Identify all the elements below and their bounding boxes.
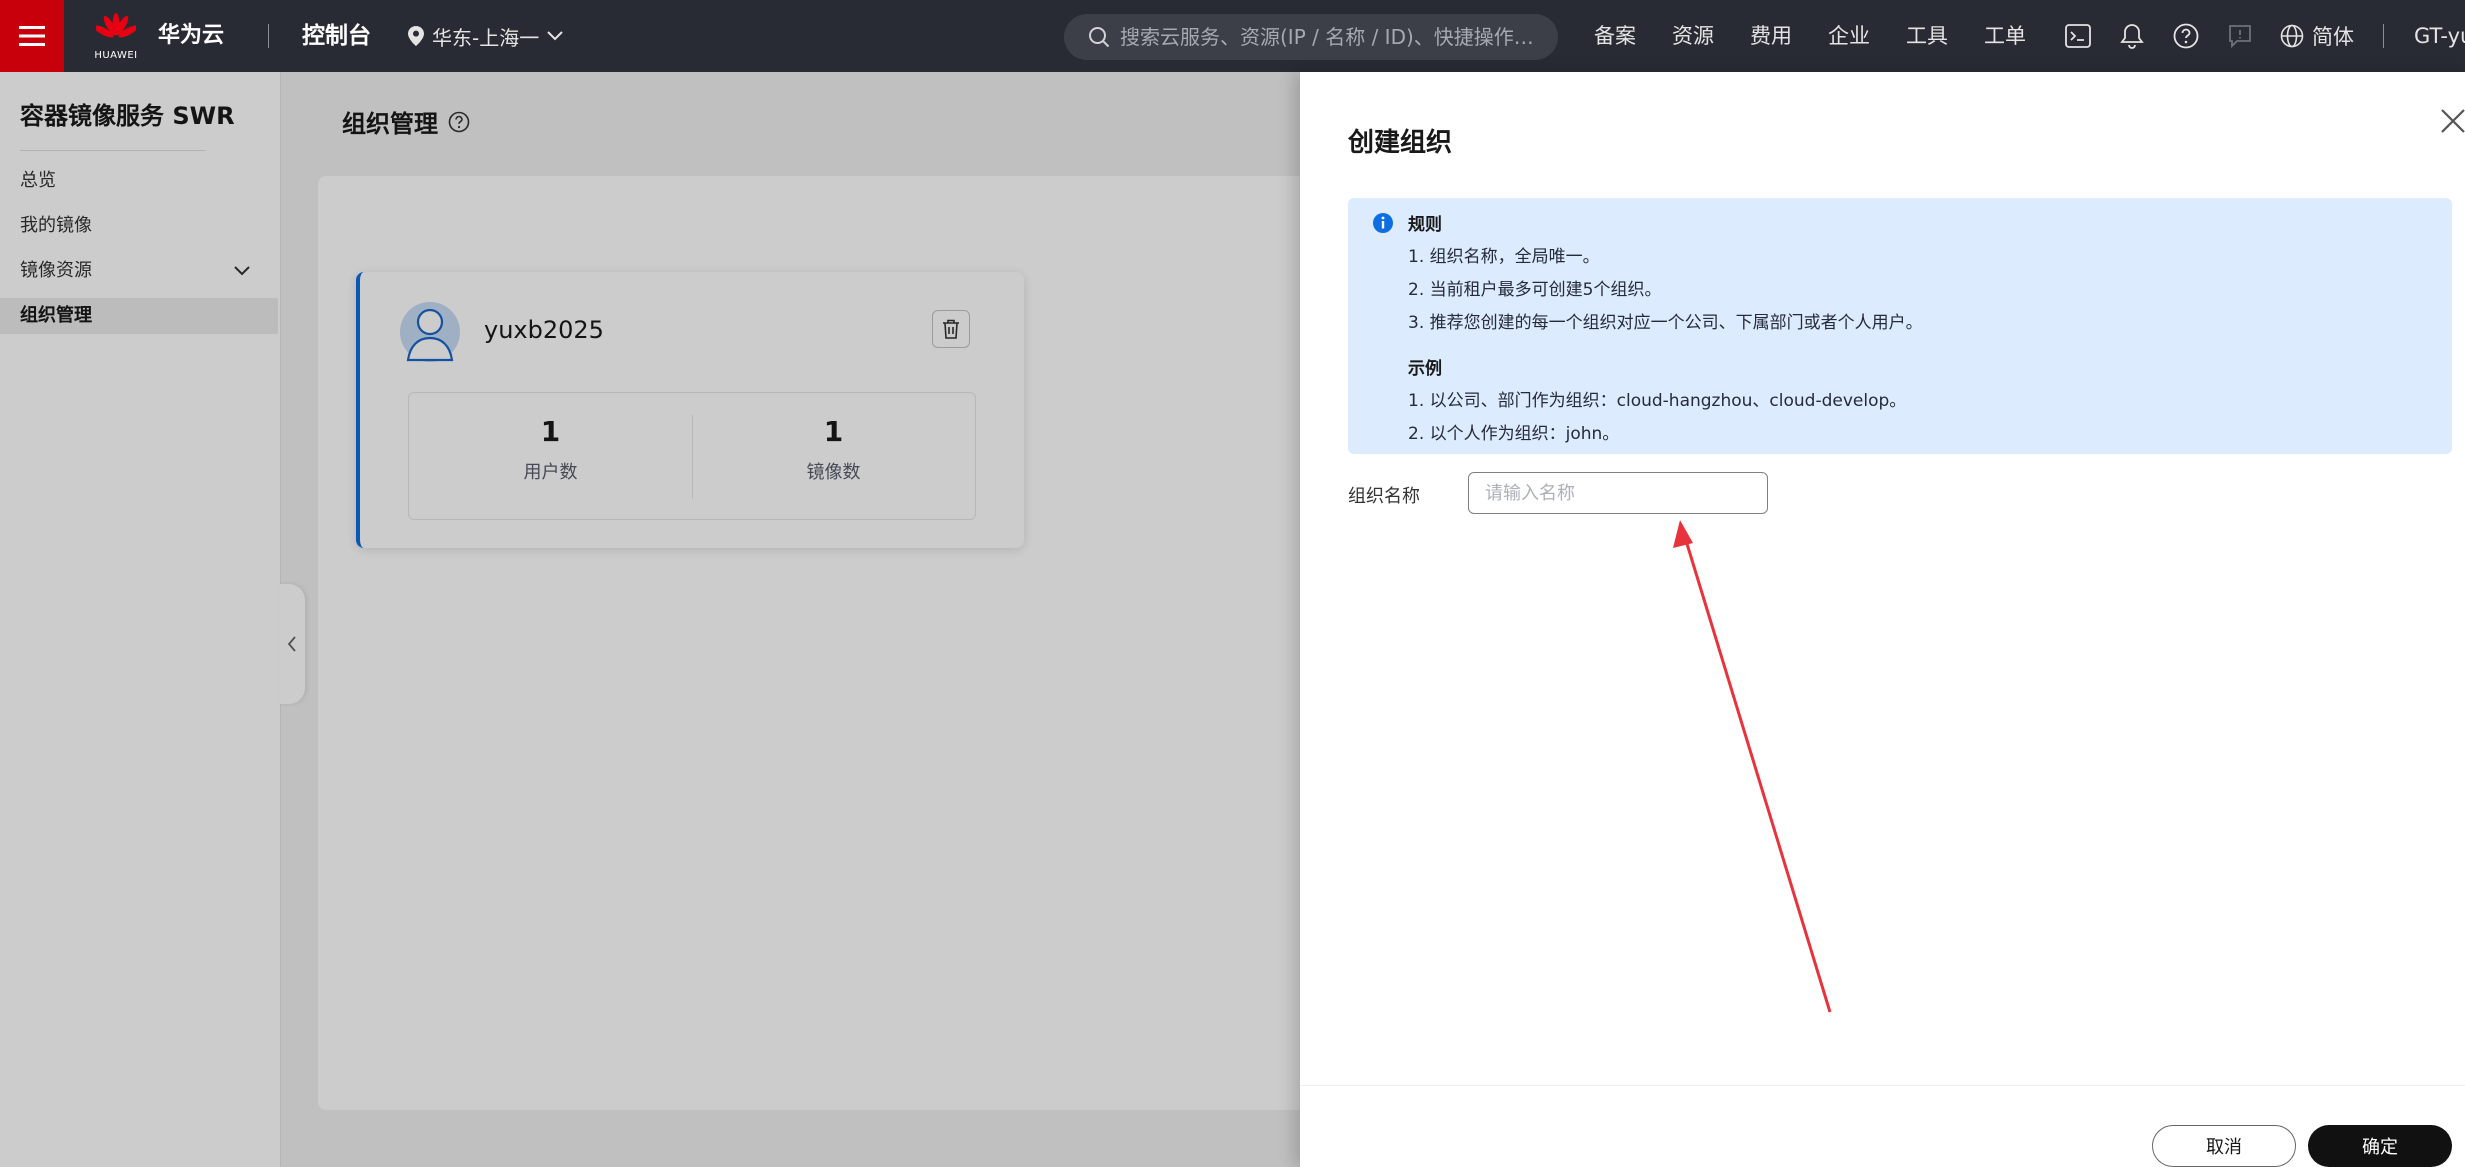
bell-icon xyxy=(2120,24,2144,49)
global-search[interactable] xyxy=(1064,14,1558,60)
search-input[interactable] xyxy=(1118,25,1558,49)
arrow-head xyxy=(1673,520,1693,548)
nav-billing[interactable]: 费用 xyxy=(1750,0,1792,72)
feedback-icon xyxy=(2229,25,2251,48)
brand-name[interactable]: 华为云 xyxy=(158,0,224,72)
notifications-button[interactable] xyxy=(2118,22,2146,50)
huawei-logo[interactable]: HUAWEI xyxy=(92,12,140,62)
annotation-arrow xyxy=(1673,520,1832,1013)
location-pin-icon xyxy=(408,26,424,46)
language-label: 简体 xyxy=(2312,25,2354,49)
top-bar: HUAWEI 华为云 控制台 华东-上海一 备案 资源 费用 企业 工具 工单 xyxy=(0,0,2465,72)
cloud-shell-button[interactable] xyxy=(2064,22,2092,50)
divider xyxy=(268,24,269,48)
confirm-button[interactable]: 确定 xyxy=(2308,1125,2452,1167)
console-link[interactable]: 控制台 xyxy=(302,0,371,72)
language-selector[interactable]: 简体 xyxy=(2280,0,2354,72)
region-label: 华东-上海一 xyxy=(432,25,540,50)
modal-overlay[interactable] xyxy=(0,72,1300,1167)
divider xyxy=(2383,24,2384,48)
hamburger-icon xyxy=(19,26,45,46)
nav-resources[interactable]: 资源 xyxy=(1672,0,1714,72)
close-button[interactable] xyxy=(2438,106,2465,136)
menu-button[interactable] xyxy=(0,0,64,72)
help-icon xyxy=(2173,23,2199,49)
close-icon xyxy=(2441,109,2465,133)
feedback-button[interactable] xyxy=(2226,22,2254,50)
help-button[interactable] xyxy=(2172,22,2200,50)
chevron-down-icon xyxy=(547,31,563,41)
nav-tools[interactable]: 工具 xyxy=(1906,0,1948,72)
nav-filing[interactable]: 备案 xyxy=(1594,0,1636,72)
search-icon xyxy=(1089,27,1110,48)
terminal-icon xyxy=(2065,24,2091,48)
logo-text: HUAWEI xyxy=(94,50,138,61)
huawei-flower-icon xyxy=(96,13,136,38)
divider xyxy=(1300,1085,2465,1086)
search-icon-wrap xyxy=(1088,26,1118,48)
nav-enterprise[interactable]: 企业 xyxy=(1828,0,1870,72)
arrow-shaft xyxy=(1682,533,1832,1013)
region-selector[interactable]: 华东-上海一 xyxy=(408,0,563,72)
cancel-button[interactable]: 取消 xyxy=(2152,1125,2296,1167)
globe-icon xyxy=(2280,24,2304,48)
nav-tickets[interactable]: 工单 xyxy=(1984,0,2026,72)
user-account[interactable]: GT-yuxb2025 xyxy=(2414,0,2465,72)
